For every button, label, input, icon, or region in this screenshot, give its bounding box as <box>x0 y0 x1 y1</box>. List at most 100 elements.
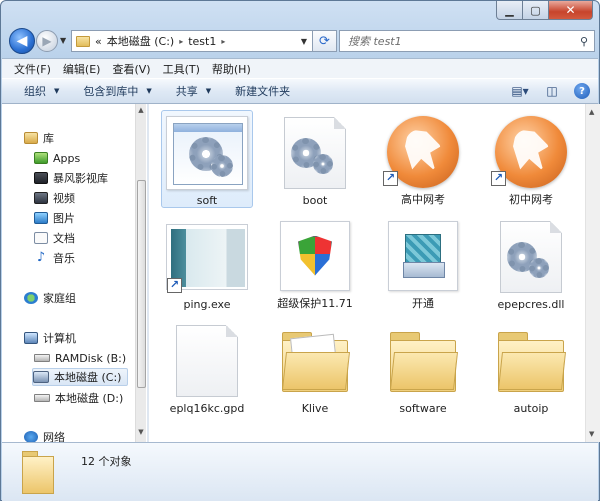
folder-icon <box>76 35 90 47</box>
maximize-button[interactable]: ▢ <box>523 1 549 20</box>
folder-item-autoip[interactable]: autoip <box>485 318 577 416</box>
nav-library[interactable]: 库 <box>24 129 54 147</box>
nav-item-label: 暴风影视库 <box>53 172 108 185</box>
new-folder-label: 新建文件夹 <box>235 85 291 98</box>
file-item-epepcres-dll[interactable]: epepcres.dll <box>485 214 577 312</box>
nav-item-pictures[interactable]: 图片 <box>34 209 75 227</box>
file-item-boot[interactable]: boot <box>269 110 361 208</box>
breadcrumb-test1[interactable]: test1 <box>188 35 216 48</box>
folder-icon <box>390 332 458 392</box>
nav-homegroup-label: 家庭组 <box>43 292 76 305</box>
nav-item-music[interactable]: ♪ 音乐 <box>34 249 75 267</box>
shortcut-arrow-icon: ↗ <box>167 278 182 293</box>
back-button[interactable]: ◀ <box>9 28 35 54</box>
address-root-marker[interactable]: « <box>95 35 102 48</box>
change-view-icon[interactable]: ▤▾ <box>510 82 530 100</box>
menu-file[interactable]: 文件(F) <box>14 61 51 77</box>
close-button[interactable]: ✕ <box>549 1 593 20</box>
folder-icon <box>498 332 566 392</box>
nav-drive-d[interactable]: 本地磁盘 (D:) <box>34 389 123 407</box>
item-count: 12 个对象 <box>81 455 132 468</box>
menu-help[interactable]: 帮助(H) <box>212 61 251 77</box>
scroll-thumb[interactable] <box>137 180 146 388</box>
file-item-gaozhong-wangkao[interactable]: ↗ 高中网考 <box>377 110 469 208</box>
computer-icon <box>24 332 38 344</box>
scroll-down-icon[interactable]: ▼ <box>136 428 146 440</box>
search-icon[interactable]: ⚲ <box>580 35 588 48</box>
nav-item-label: 音乐 <box>53 252 75 265</box>
address-dropdown[interactable]: ▼ <box>296 37 312 46</box>
recent-pages-dropdown[interactable]: ▼ <box>60 36 66 45</box>
dropdown-arrow-icon: ▼ <box>54 87 60 95</box>
breadcrumb-separator[interactable]: ▸ <box>221 37 225 46</box>
homegroup-icon <box>24 292 38 304</box>
nav-computer-label: 计算机 <box>43 332 76 345</box>
settings-file-icon <box>500 221 562 293</box>
file-item-soft[interactable]: soft <box>161 110 253 208</box>
shortcut-arrow-icon: ↗ <box>491 171 506 186</box>
scroll-up-icon[interactable]: ▲ <box>136 106 146 118</box>
include-in-library-button[interactable]: 包含到库中 ▼ <box>83 83 151 99</box>
shield-icon <box>280 220 350 291</box>
nav-scrollbar[interactable]: ▲ ▼ <box>135 104 146 442</box>
menu-tools[interactable]: 工具(T) <box>163 61 200 77</box>
nav-item-baofeng-library[interactable]: 暴风影视库 <box>34 169 108 187</box>
minimize-button[interactable]: ▁ <box>496 1 523 20</box>
nav-item-label: 图片 <box>53 212 75 225</box>
network-icon <box>24 431 38 442</box>
menu-view[interactable]: 查看(V) <box>112 61 150 77</box>
music-note-icon: ♪ <box>36 250 46 265</box>
breadcrumb-separator[interactable]: ▸ <box>179 37 183 46</box>
search-input[interactable] <box>348 34 568 48</box>
installer-icon <box>388 220 458 291</box>
help-icon[interactable]: ? <box>574 83 590 99</box>
nav-item-videos[interactable]: 视频 <box>34 189 75 207</box>
file-item-super-protect[interactable]: 超级保护11.71 <box>269 214 361 312</box>
file-item-ping-exe[interactable]: ↗ ping.exe <box>161 214 253 312</box>
nav-computer[interactable]: 计算机 <box>24 329 76 347</box>
folder-item-software[interactable]: software <box>377 318 469 416</box>
file-item-eplq16kc-gpd[interactable]: eplq16kc.gpd <box>161 318 253 416</box>
file-name: boot <box>302 194 328 207</box>
nav-item-label: Apps <box>53 151 81 165</box>
nav-item-label: RAMDisk (B:) <box>55 351 127 365</box>
file-name: epepcres.dll <box>497 298 565 311</box>
nav-item-label: 本地磁盘 (C:) <box>54 371 122 384</box>
organize-button[interactable]: 组织 ▼ <box>24 83 59 99</box>
scroll-up-icon[interactable]: ▲ <box>589 108 594 116</box>
share-button[interactable]: 共享 ▼ <box>176 83 211 99</box>
system-drive-icon <box>33 371 49 383</box>
file-item-chuzhong-wangkao[interactable]: ↗ 初中网考 <box>485 110 577 208</box>
nav-network[interactable]: 网络 <box>24 428 65 442</box>
nav-network-label: 网络 <box>43 431 65 442</box>
command-bar: 组织 ▼ 包含到库中 ▼ 共享 ▼ 新建文件夹 ▤▾ ◫ ? <box>2 78 598 104</box>
address-bar[interactable]: « 本地磁盘 (C:) ▸ test1 ▸ ▼ <box>71 30 313 52</box>
file-name: 高中网考 <box>401 193 445 206</box>
refresh-button[interactable]: ⟳ <box>313 30 337 52</box>
menu-edit[interactable]: 编辑(E) <box>63 61 101 77</box>
nav-item-apps[interactable]: Apps <box>34 149 80 167</box>
preview-pane-icon[interactable]: ◫ <box>542 82 562 100</box>
navigation-bar: ◀ ▶ ▼ « 本地磁盘 (C:) ▸ test1 ▸ ▼ ⟳ ⚲ <box>7 27 595 57</box>
library-icon <box>24 132 38 144</box>
file-name: soft <box>196 194 218 207</box>
folder-icon <box>22 451 54 494</box>
breadcrumb-local-disk-c[interactable]: 本地磁盘 (C:) <box>107 33 174 49</box>
content-scrollbar[interactable]: ▲ ▼ <box>585 104 600 442</box>
nav-homegroup[interactable]: 家庭组 <box>24 289 76 307</box>
organize-label: 组织 <box>24 85 46 98</box>
scroll-down-icon[interactable]: ▼ <box>589 430 594 438</box>
file-item-kaitong[interactable]: 开通 <box>377 214 469 312</box>
nav-item-documents[interactable]: 文档 <box>34 229 75 247</box>
drive-icon <box>34 354 50 362</box>
folder-item-klive[interactable]: Klive <box>269 318 361 416</box>
new-folder-button[interactable]: 新建文件夹 <box>235 83 290 99</box>
documents-icon <box>34 232 48 244</box>
search-box[interactable]: ⚲ <box>339 30 595 52</box>
forward-button[interactable]: ▶ <box>36 30 58 52</box>
nav-drive-c[interactable]: 本地磁盘 (C:) <box>32 368 129 386</box>
file-name: eplq16kc.gpd <box>169 402 245 415</box>
nav-drive-ramdisk[interactable]: RAMDisk (B:) <box>34 349 126 367</box>
navigation-pane: 库 Apps 暴风影视库 视频 图片 文档 ♪ 音乐 家庭组 计算机 RAMDi… <box>2 104 135 442</box>
details-pane: 12 个对象 <box>2 442 598 501</box>
